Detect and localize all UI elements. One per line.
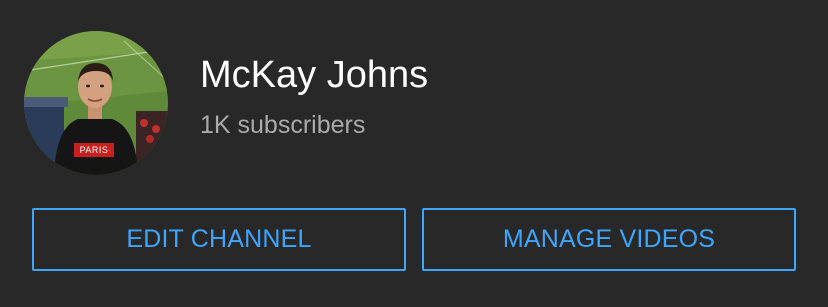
channel-header: PARIS McKay Johns 1K subscribers EDIT CH… (0, 0, 828, 307)
subscriber-count: 1K subscribers (200, 111, 366, 139)
manage-videos-button[interactable]: MANAGE VIDEOS (422, 208, 796, 271)
channel-name: McKay Johns (200, 54, 429, 96)
channel-avatar[interactable]: PARIS (24, 31, 168, 175)
edit-channel-button[interactable]: EDIT CHANNEL (32, 208, 406, 271)
avatar-shirt-text: PARIS (79, 145, 109, 155)
